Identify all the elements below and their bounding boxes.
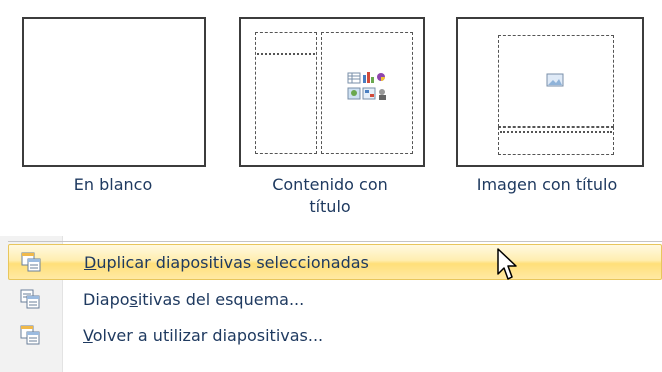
picture-with-caption-layout-icon [456,17,644,167]
layout-caption: En blanco [73,175,153,194]
layout-caption-line2: título [309,197,351,216]
mouse-pointer-icon [497,248,517,280]
accesskey: s [129,290,138,309]
caption-placeholder [255,32,317,154]
menu-item-reuse-slides[interactable]: Volver a utilizar diapositivas... [8,318,662,354]
layout-caption: Contenido con título [227,174,433,218]
caption-title-line [257,53,315,55]
menu-item-label-suffix: itivas del esquema... [137,290,305,309]
layout-caption-line1: Contenido con [272,175,388,194]
caption-title-line [500,131,612,133]
layout-tile-picture-with-caption[interactable]: Imagen con título [444,0,650,230]
content-with-caption-layout-icon [239,17,425,167]
accesskey: V [83,326,93,345]
slides-from-outline-icon [20,289,40,309]
reuse-slides-icon [20,325,40,345]
menu-item-duplicate-selected-slides[interactable]: Duplicar diapositivas seleccionadas [8,244,662,280]
new-slide-gallery-panel: En blanco Contenido con título Imagen co… [0,0,662,372]
accesskey: D [84,253,97,272]
menu-item-label-prefix: Diapo [83,290,130,309]
content-insert-icons [347,72,386,100]
menu-item-label: Duplicar diapositivas seleccionadas [84,253,369,273]
layout-caption: Imagen con título [476,175,618,194]
picture-insert-icon [546,73,564,87]
menu-item-label-suffix: olver a utilizar diapositivas... [92,326,324,345]
menu-item-slides-from-outline[interactable]: Diapositivas del esquema... [8,282,662,318]
blank-layout-icon [22,17,206,167]
menu-separator [8,241,662,242]
menu-item-label-suffix: uplicar diapositivas seleccionadas [96,253,369,272]
layout-tile-content-with-caption[interactable]: Contenido con título [227,0,433,230]
menu-item-label: Diapositivas del esquema... [83,290,304,310]
layout-tile-blank[interactable]: En blanco [10,0,216,230]
menu-item-label: Volver a utilizar diapositivas... [83,326,323,346]
duplicate-slides-icon [21,252,41,272]
